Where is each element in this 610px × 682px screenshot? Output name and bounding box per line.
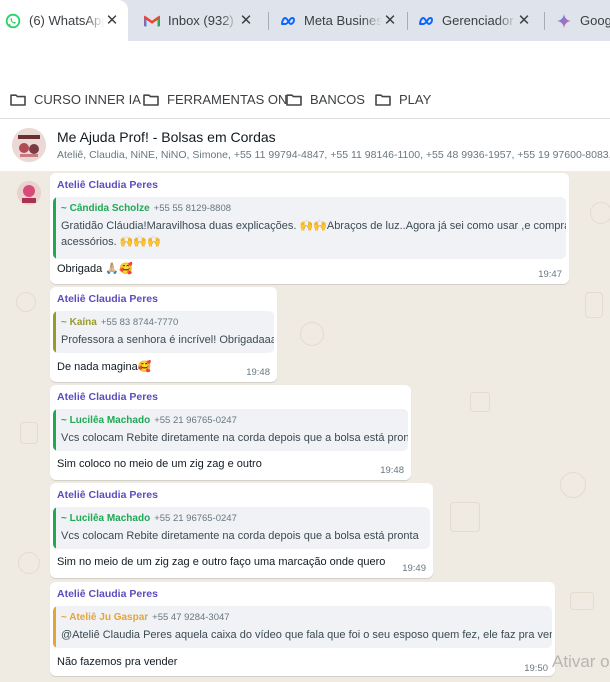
meta-icon bbox=[280, 13, 296, 29]
browser-toolbar bbox=[0, 41, 610, 81]
wallpaper-doodle bbox=[590, 202, 610, 224]
activation-watermark: Ativar o bbox=[552, 652, 610, 671]
browser-tab-strip: (6) WhatsApp ✕ Inbox (932) - ✕ Meta Busi… bbox=[0, 0, 610, 41]
wallpaper-doodle bbox=[570, 592, 594, 610]
gmail-icon bbox=[144, 13, 160, 29]
wallpaper-doodle bbox=[16, 292, 36, 312]
quote-text-line-2: acessórios. 🙌🙌🙌 bbox=[61, 236, 161, 248]
wallpaper-doodle bbox=[450, 502, 480, 532]
tab-label: Goog bbox=[580, 13, 610, 28]
tab-inbox[interactable]: Inbox (932) - ✕ bbox=[140, 0, 260, 41]
folder-icon bbox=[286, 94, 302, 106]
close-icon[interactable]: ✕ bbox=[382, 12, 398, 29]
folder-icon bbox=[375, 94, 391, 106]
wallpaper-doodle bbox=[18, 552, 40, 574]
quote-text: Professora a senhora é incrível! Obrigad… bbox=[61, 334, 274, 346]
message-text: De nada magina🥰 bbox=[57, 361, 152, 373]
bookmark-curso-inner-ia[interactable]: CURSO INNER IA bbox=[10, 92, 141, 107]
quote-accent-bar bbox=[53, 311, 56, 353]
tab-divider bbox=[268, 12, 269, 30]
tab-label: Inbox (932) - bbox=[168, 13, 238, 28]
quote-text: Vcs colocam Rebite diretamente na corda … bbox=[61, 530, 419, 542]
message-bubble[interactable]: Ateliê Claudia Peres ~ Cândida Scholze +5… bbox=[50, 173, 569, 284]
message-sender[interactable]: Ateliê Claudia Peres bbox=[57, 179, 158, 191]
close-icon[interactable]: ✕ bbox=[104, 12, 120, 29]
quoted-message[interactable]: ~ Ateliê Ju Gaspar +55 47 9284-3047 @Atel… bbox=[53, 606, 552, 648]
quote-phone: +55 21 96765-0247 bbox=[154, 513, 237, 524]
quote-author: ~ Lucilêa Machado +55 21 96765-0247 bbox=[61, 513, 237, 524]
message-sender[interactable]: Ateliê Claudia Peres bbox=[57, 489, 158, 501]
quote-author: ~ Kaína +55 83 8744-7770 bbox=[61, 317, 179, 328]
message-time: 19:48 bbox=[246, 367, 270, 378]
quoted-message[interactable]: ~ Lucilêa Machado +55 21 96765-0247 Vcs c… bbox=[53, 409, 408, 451]
message-bubble[interactable]: Ateliê Claudia Peres ~ Kaína +55 83 8744-… bbox=[50, 287, 277, 382]
message-text: Não fazemos pra vender bbox=[57, 656, 178, 668]
quoted-message[interactable]: ~ Kaína +55 83 8744-7770 Professora a sen… bbox=[53, 311, 274, 353]
message-bubble[interactable]: Ateliê Claudia Peres ~ Lucilêa Machado +5… bbox=[50, 385, 411, 480]
quote-text: Vcs colocam Rebite diretamente na corda … bbox=[61, 432, 408, 444]
bookmark-label: PLAY bbox=[399, 92, 432, 107]
message-time: 19:47 bbox=[538, 269, 562, 280]
wallpaper-doodle bbox=[585, 292, 603, 318]
folder-icon bbox=[10, 94, 26, 106]
quote-phone: +55 47 9284-3047 bbox=[152, 612, 230, 623]
message-time: 19:50 bbox=[524, 663, 548, 674]
quote-text: Gratidão Cláudia!Maravilhosa duas explic… bbox=[61, 220, 566, 232]
quoted-message[interactable]: ~ Cândida Scholze +55 55 8129-8808 Gratid… bbox=[53, 197, 566, 259]
bookmark-bancos[interactable]: BANCOS bbox=[286, 92, 365, 107]
message-sender[interactable]: Ateliê Claudia Peres bbox=[57, 293, 158, 305]
wallpaper-doodle bbox=[470, 392, 490, 412]
bookmark-play[interactable]: PLAY bbox=[375, 92, 431, 107]
quote-accent-bar bbox=[53, 606, 56, 648]
tab-divider bbox=[407, 12, 408, 30]
wallpaper-doodle bbox=[560, 472, 586, 498]
message-text: Obrigada 🙏🏼🥰 bbox=[57, 263, 133, 275]
close-icon[interactable]: ✕ bbox=[516, 12, 532, 29]
tab-gerenciador[interactable]: Gerenciador ✕ bbox=[414, 0, 538, 41]
gemini-icon bbox=[556, 13, 572, 29]
message-bubble[interactable]: Ateliê Claudia Peres ~ Lucilêa Machado +5… bbox=[50, 483, 433, 578]
folder-icon bbox=[143, 94, 159, 106]
close-icon[interactable]: ✕ bbox=[238, 12, 254, 29]
bookmark-label: FERRAMENTAS ON bbox=[167, 92, 288, 107]
quote-author: ~ Cândida Scholze +55 55 8129-8808 bbox=[61, 203, 232, 214]
message-text: Sim no meio de um zig zag e outro faço u… bbox=[57, 556, 386, 568]
quote-accent-bar bbox=[53, 197, 56, 259]
quoted-message[interactable]: ~ Lucilêa Machado +55 21 96765-0247 Vcs c… bbox=[53, 507, 430, 549]
quote-text: @Ateliê Claudia Peres aquela caixa do ví… bbox=[61, 629, 552, 641]
message-text: Sim coloco no meio de um zig zag e outro bbox=[57, 458, 262, 470]
chat-title: Me Ajuda Prof! - Bolsas em Cordas bbox=[57, 129, 276, 145]
wallpaper-doodle bbox=[20, 422, 38, 444]
message-sender[interactable]: Ateliê Claudia Peres bbox=[57, 588, 158, 600]
quote-phone: +55 21 96765-0247 bbox=[154, 415, 237, 426]
quote-phone: +55 55 8129-8808 bbox=[153, 203, 232, 214]
quote-author: ~ Lucilêa Machado +55 21 96765-0247 bbox=[61, 415, 237, 426]
wallpaper-doodle bbox=[300, 322, 324, 346]
quote-phone: +55 83 8744-7770 bbox=[100, 317, 179, 328]
tab-label: (6) WhatsApp bbox=[29, 13, 104, 28]
message-time: 19:48 bbox=[380, 465, 404, 476]
tab-label: Gerenciador bbox=[442, 13, 514, 28]
meta-icon bbox=[418, 13, 434, 29]
chat-header[interactable]: Me Ajuda Prof! - Bolsas em Cordas Ateliê… bbox=[0, 119, 610, 172]
tab-divider bbox=[544, 12, 545, 30]
group-avatar[interactable] bbox=[12, 128, 46, 162]
sender-avatar[interactable] bbox=[17, 181, 41, 205]
whatsapp-icon bbox=[5, 13, 21, 29]
bookmarks-bar: CURSO INNER IA FERRAMENTAS ON BANCOS PLA… bbox=[0, 81, 610, 119]
bookmark-label: BANCOS bbox=[310, 92, 365, 107]
bookmark-label: CURSO INNER IA bbox=[34, 92, 141, 107]
message-bubble[interactable]: Ateliê Claudia Peres ~ Ateliê Ju Gaspar +… bbox=[50, 582, 555, 676]
tab-label: Meta Business bbox=[304, 13, 382, 28]
tab-google[interactable]: Goog bbox=[552, 0, 610, 41]
message-time: 19:49 bbox=[402, 563, 426, 574]
bookmark-ferramentas-on[interactable]: FERRAMENTAS ON bbox=[143, 92, 287, 107]
quote-accent-bar bbox=[53, 409, 56, 451]
message-sender[interactable]: Ateliê Claudia Peres bbox=[57, 391, 158, 403]
tab-meta-business[interactable]: Meta Business ✕ bbox=[276, 0, 406, 41]
quote-author: ~ Ateliê Ju Gaspar +55 47 9284-3047 bbox=[61, 612, 230, 623]
tab-whatsapp[interactable]: (6) WhatsApp ✕ bbox=[0, 0, 128, 41]
chat-members: Ateliê, Claudia, NiNE, NiNO, Simone, +55… bbox=[57, 149, 610, 161]
quote-accent-bar bbox=[53, 507, 56, 549]
